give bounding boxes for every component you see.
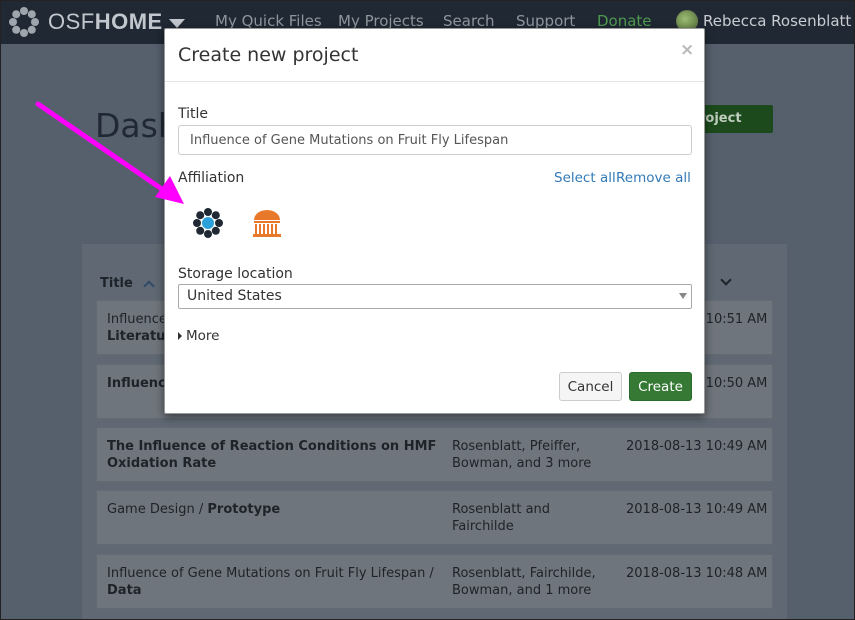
caret-right-icon: [178, 332, 182, 340]
cancel-button[interactable]: Cancel: [559, 372, 622, 401]
create-project-modal: Create new project × Title Influence of …: [164, 28, 705, 414]
create-button[interactable]: Create: [629, 372, 692, 401]
table-row[interactable]: Game Design / Prototype Rosenblatt and F…: [96, 490, 773, 545]
brand-name: OSFHOME: [48, 9, 163, 34]
row-contributors: Rosenblatt, Pfeiffer, Bowman, and 3 more: [452, 439, 592, 471]
modal-title: Create new project: [178, 44, 359, 66]
university-building-icon[interactable]: [251, 207, 283, 239]
table-row[interactable]: Influence of Gene Mutations on Fruit Fly…: [96, 554, 773, 609]
remove-all-link[interactable]: Remove all: [616, 170, 691, 186]
row-date: 2018-08-13 10:48 AM: [626, 566, 768, 581]
row-title: Game Design / Prototype: [107, 502, 281, 517]
osf-logo-icon: [9, 7, 39, 37]
modal-header: Create new project ×: [165, 29, 704, 82]
sort-ascending-icon[interactable]: [143, 279, 155, 292]
storage-location-label: Storage location: [178, 266, 293, 282]
row-contributors: Rosenblatt and Fairchilde: [452, 502, 551, 534]
row-date: 2018-08-13 10:49 AM: [626, 502, 768, 517]
more-toggle[interactable]: More: [178, 328, 219, 344]
column-header-title[interactable]: Title: [100, 276, 155, 292]
project-title-input[interactable]: Influence of Gene Mutations on Fruit Fly…: [178, 125, 692, 155]
affiliation-label: Affiliation: [178, 170, 245, 186]
user-name: Rebecca Rosenblatt: [703, 12, 852, 30]
close-icon[interactable]: ×: [680, 40, 694, 60]
select-all-link[interactable]: Select all: [554, 170, 616, 186]
chevron-down-icon: [168, 18, 185, 28]
row-title: The Influence of Reaction Conditions on …: [107, 439, 437, 471]
row-date: 2018-08-13 10:49 AM: [626, 439, 768, 454]
osf-institution-icon[interactable]: [192, 207, 224, 239]
chevron-down-icon: [679, 293, 687, 299]
title-label: Title: [178, 106, 209, 122]
row-title: Influence of Gene Mutations on Fruit Fly…: [107, 566, 434, 598]
row-contributors: Rosenblatt, Fairchilde, Bowman, and 1 mo…: [452, 566, 596, 598]
table-row[interactable]: The Influence of Reaction Conditions on …: [96, 427, 773, 482]
osf-home-menu[interactable]: OSFHOME: [8, 5, 185, 39]
storage-location-value: United States: [187, 288, 282, 304]
storage-location-select[interactable]: United States: [178, 284, 692, 309]
